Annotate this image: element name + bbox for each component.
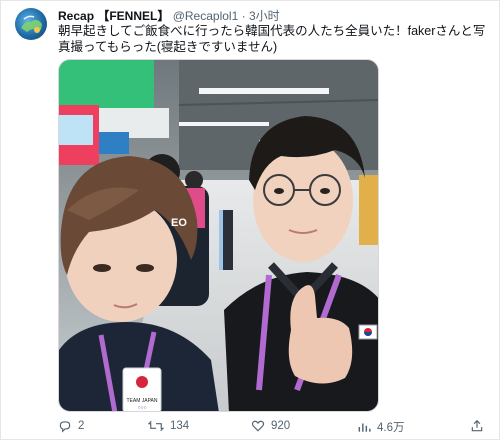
author-avatar[interactable] <box>15 8 47 40</box>
view-count: 4.6万 <box>377 422 405 434</box>
team-japan-badge-text: TEAM JAPAN <box>126 398 157 404</box>
reply-button[interactable]: 2 <box>58 419 84 433</box>
reply-icon <box>59 421 71 433</box>
tweet-time[interactable]: 3小时 <box>249 9 280 23</box>
reply-count: 2 <box>78 420 85 432</box>
author-handle[interactable]: @Recaplol1 <box>173 9 239 23</box>
like-button[interactable]: 920 <box>251 419 290 433</box>
tweet-actions: 2 134 920 4.6万 <box>58 419 488 435</box>
heart-icon <box>251 420 265 432</box>
tweet-text: 朝早起きしてご飯食べに行ったら韓国代表の人たち全員いた！fakerさんと写真撮っ… <box>58 24 486 54</box>
tweet-header: Recap 【FENNEL】 @Recaplol1 · 3小时 <box>58 9 280 23</box>
selfie-photo: TEAM JAPAN ○○○ EO <box>59 60 378 411</box>
svg-text:○○○: ○○○ <box>137 405 146 411</box>
share-icon <box>471 419 483 432</box>
views-button[interactable]: 4.6万 <box>357 419 405 435</box>
retweet-count: 134 <box>170 420 190 432</box>
jersey-text: EO <box>171 217 187 229</box>
author-name[interactable]: Recap 【FENNEL】 <box>58 9 169 23</box>
like-count: 920 <box>271 420 291 432</box>
retweet-button[interactable]: 134 <box>148 419 189 433</box>
avatar-image <box>21 15 42 33</box>
tweet-photo[interactable]: TEAM JAPAN ○○○ EO <box>58 59 379 412</box>
views-chart-icon <box>358 423 371 432</box>
share-button[interactable] <box>470 419 484 433</box>
tweet-card: Recap 【FENNEL】 @Recaplol1 · 3小时 朝早起きしてご飯… <box>0 0 500 440</box>
retweet-icon <box>148 420 164 432</box>
header-separator: · <box>241 9 246 23</box>
